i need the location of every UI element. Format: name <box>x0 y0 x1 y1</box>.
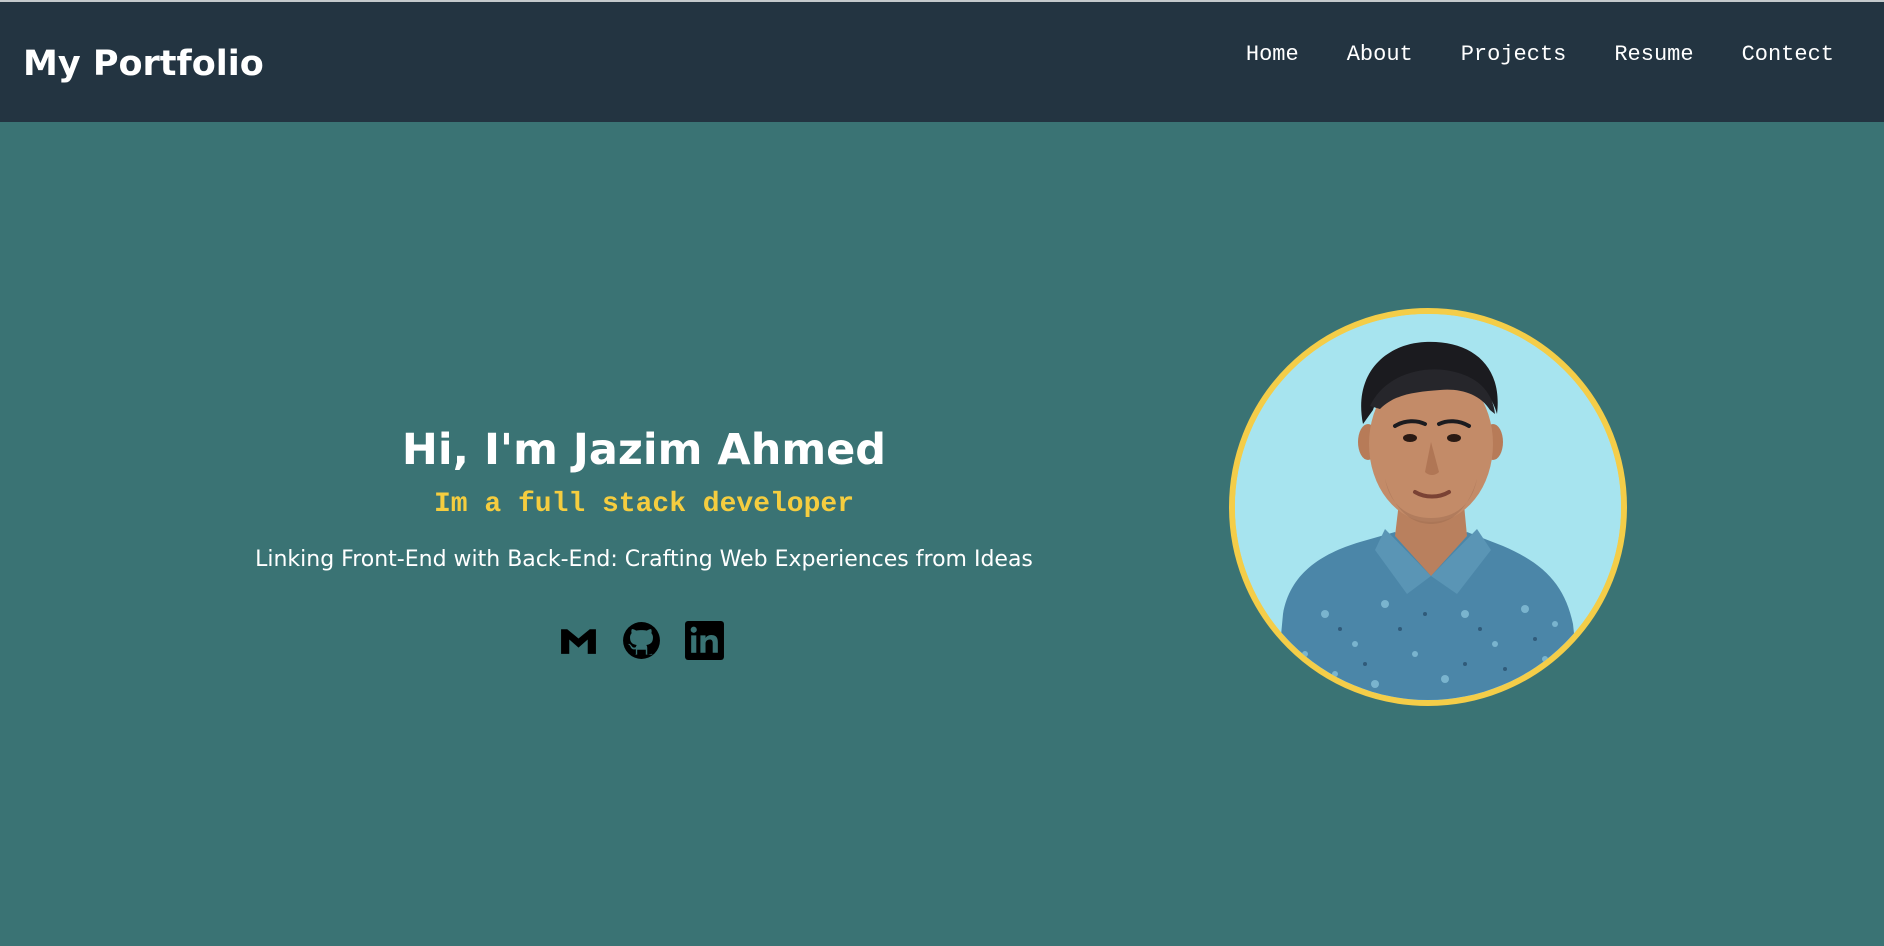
profile-photo-illustration <box>1235 314 1621 700</box>
hero-tagline: Linking Front-End with Back-End: Craftin… <box>255 547 1033 572</box>
hero-greeting: Hi, I'm Jazim Ahmed <box>401 425 887 475</box>
hero-section: Hi, I'm Jazim Ahmed Im a full stack deve… <box>0 0 1288 946</box>
social-links <box>558 620 725 661</box>
github-icon[interactable] <box>621 620 662 661</box>
nav-link-contact[interactable]: Contect <box>1742 40 1834 70</box>
nav-menu: Home About Projects Resume Contect <box>1246 40 1834 70</box>
nav-link-projects[interactable]: Projects <box>1461 40 1567 70</box>
gmail-icon[interactable] <box>558 620 599 661</box>
nav-link-about[interactable]: About <box>1347 40 1413 70</box>
hero-role: Im a full stack developer <box>433 489 855 520</box>
nav-link-resume[interactable]: Resume <box>1614 40 1693 70</box>
profile-photo <box>1229 308 1627 706</box>
linkedin-icon[interactable] <box>684 620 725 661</box>
